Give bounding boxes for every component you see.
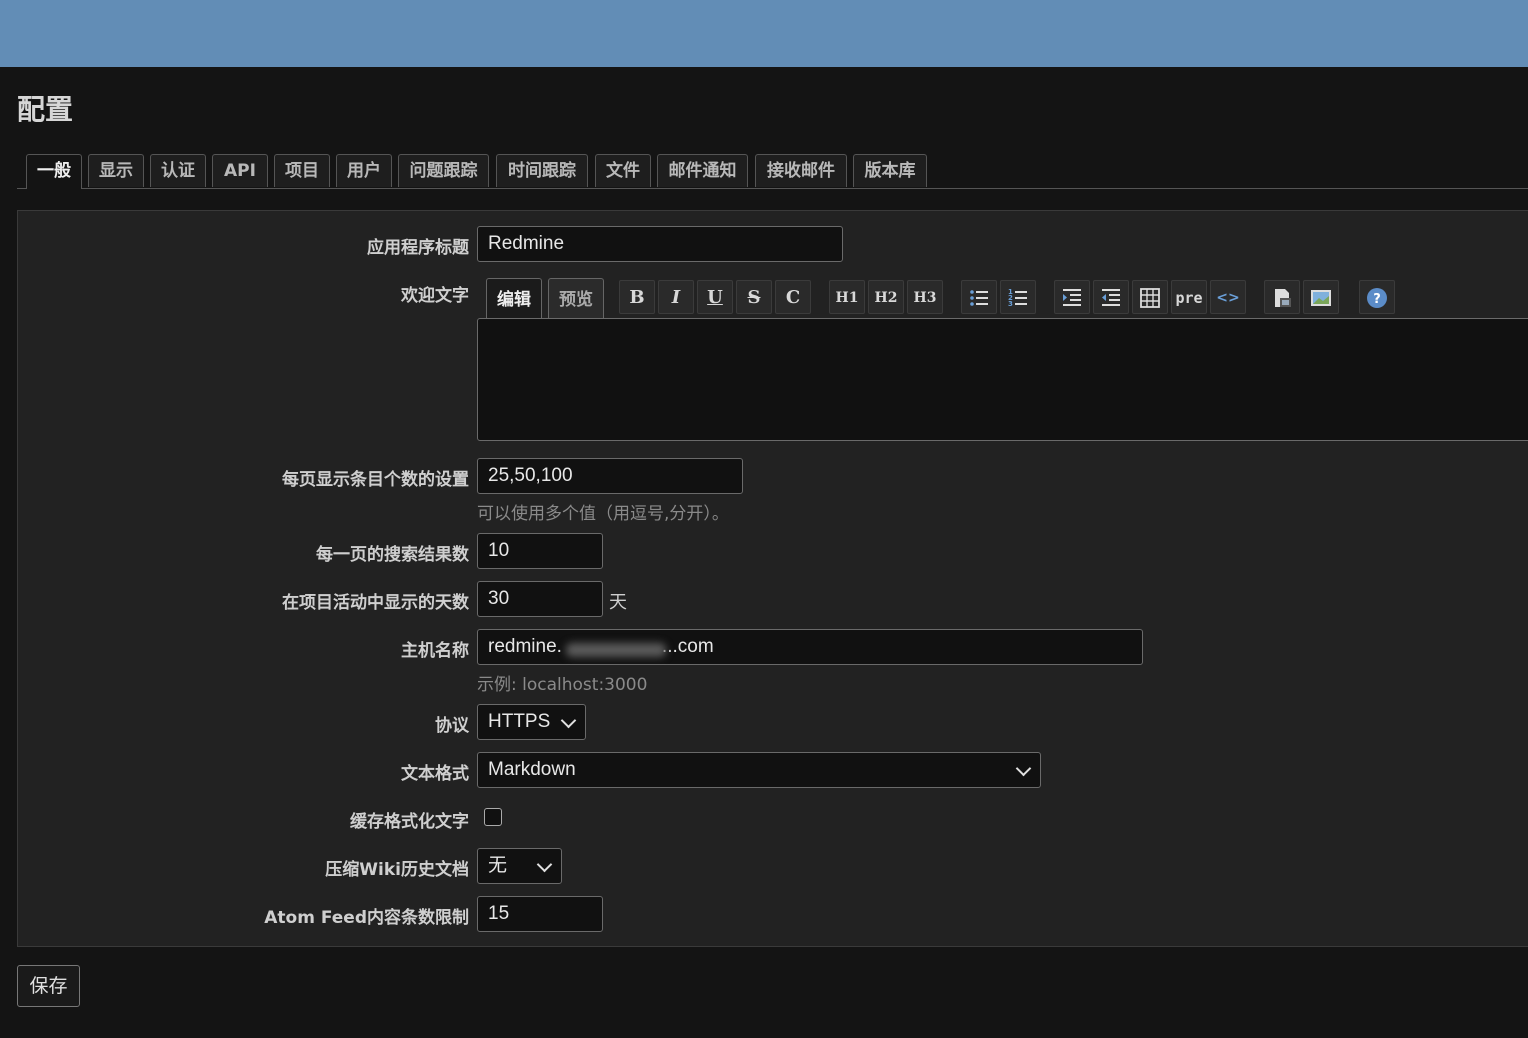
chevron-down-icon [560, 712, 577, 729]
tab-email-notifications[interactable]: 邮件通知 [657, 154, 748, 187]
heading2-icon[interactable]: H2 [868, 280, 904, 314]
chevron-down-icon [1015, 760, 1032, 777]
activity-days-input[interactable]: 30 [477, 581, 603, 617]
tab-api[interactable]: API [212, 154, 268, 187]
activity-days-label: 在项目活动中显示的天数 [282, 593, 469, 613]
save-button[interactable]: 保存 [17, 965, 80, 1007]
host-name-suffix: ...com [661, 636, 714, 657]
text-formatting-select[interactable]: Markdown [477, 752, 1041, 788]
tab-display[interactable]: 显示 [88, 154, 144, 187]
app-title-label: 应用程序标题 [367, 238, 469, 258]
welcome-text-label: 欢迎文字 [401, 286, 469, 306]
wiki-compression-select[interactable]: 无 [477, 848, 562, 884]
tab-incoming-emails[interactable]: 接收邮件 [755, 154, 847, 187]
heading1-icon[interactable]: H1 [829, 280, 865, 314]
indent-icon[interactable] [1054, 280, 1090, 314]
editor-tab-preview[interactable]: 预览 [548, 278, 604, 318]
editor-tab-edit[interactable]: 编辑 [486, 278, 542, 319]
table-icon[interactable] [1132, 280, 1168, 314]
code-highlight-icon[interactable]: <> [1210, 280, 1246, 314]
top-header-bar [0, 0, 1528, 67]
underline-icon[interactable]: U [697, 280, 733, 314]
strikethrough-icon[interactable]: S [736, 280, 772, 314]
inline-code-icon[interactable]: C [775, 280, 811, 314]
search-results-label: 每一页的搜索结果数 [316, 545, 469, 565]
protocol-label: 协议 [435, 716, 469, 736]
settings-tabs: 一般 显示 认证 API 项目 用户 问题跟踪 时间跟踪 文件 邮件通知 接收邮… [17, 154, 1528, 189]
protocol-value: HTTPS [488, 711, 551, 732]
tab-projects[interactable]: 项目 [274, 154, 330, 187]
redaction-blur [566, 643, 666, 657]
text-formatting-value: Markdown [488, 759, 576, 780]
unordered-list-icon[interactable] [961, 280, 997, 314]
feed-limit-input[interactable]: 15 [477, 896, 603, 932]
cache-formatted-checkbox[interactable] [484, 808, 502, 826]
wiki-compression-label: 压缩Wiki历史文档 [325, 860, 469, 880]
italic-icon[interactable]: I [658, 280, 694, 314]
host-name-prefix: redmine. [488, 636, 562, 657]
wiki-link-icon[interactable] [1264, 280, 1300, 314]
activity-days-unit: 天 [609, 592, 627, 613]
welcome-text-editor[interactable] [477, 318, 1528, 441]
tab-general[interactable]: 一般 [26, 154, 82, 189]
protocol-select[interactable]: HTTPS [477, 704, 586, 740]
bold-icon[interactable]: B [619, 280, 655, 314]
page-title: 配置 [17, 93, 74, 126]
host-name-label: 主机名称 [401, 641, 469, 661]
tab-time-tracking[interactable]: 时间跟踪 [496, 154, 588, 187]
wiki-compression-value: 无 [488, 855, 508, 876]
tab-files[interactable]: 文件 [595, 154, 651, 187]
image-icon[interactable] [1303, 280, 1339, 314]
per-page-label: 每页显示条目个数的设置 [282, 470, 469, 490]
preformatted-icon[interactable]: pre [1171, 280, 1207, 314]
per-page-hint: 可以使用多个值（用逗号,分开）。 [477, 504, 729, 524]
help-icon[interactable]: ? [1359, 280, 1395, 314]
svg-text:3: 3 [1008, 300, 1013, 308]
tab-users[interactable]: 用户 [336, 154, 392, 187]
cache-formatted-label: 缓存格式化文字 [350, 812, 469, 832]
outdent-icon[interactable] [1093, 280, 1129, 314]
svg-text:?: ? [1373, 292, 1381, 307]
host-name-hint: 示例: localhost:3000 [477, 675, 648, 695]
tab-issue-tracking[interactable]: 问题跟踪 [398, 154, 489, 187]
feed-limit-label: Atom Feed内容条数限制 [264, 908, 469, 928]
tab-authentication[interactable]: 认证 [150, 154, 206, 187]
chevron-down-icon [536, 856, 553, 873]
tab-repositories[interactable]: 版本库 [853, 154, 927, 187]
search-results-input[interactable]: 10 [477, 533, 603, 569]
app-title-input[interactable]: Redmine [477, 226, 843, 262]
heading3-icon[interactable]: H3 [907, 280, 943, 314]
per-page-input[interactable]: 25,50,100 [477, 458, 743, 494]
ordered-list-icon[interactable]: 123 [1000, 280, 1036, 314]
text-formatting-label: 文本格式 [401, 764, 469, 784]
